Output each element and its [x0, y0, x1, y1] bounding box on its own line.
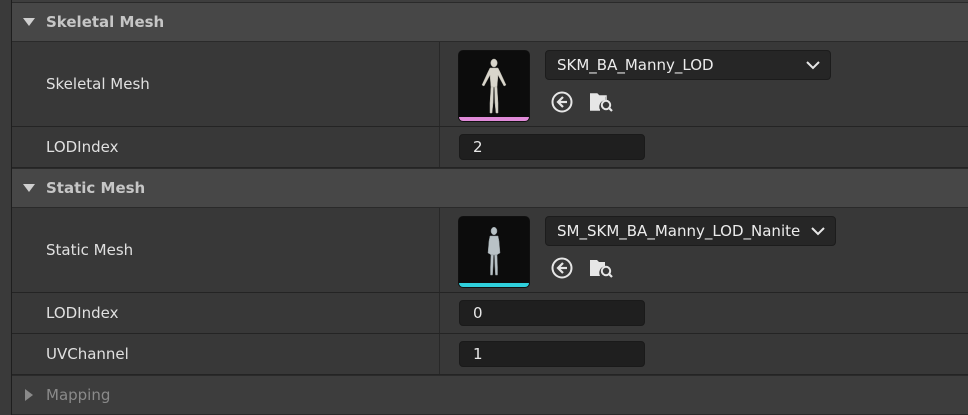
mannequin-figure-icon [481, 58, 507, 114]
column-divider[interactable] [439, 42, 440, 126]
column-divider[interactable] [439, 127, 440, 167]
lod-index-input-static[interactable]: 0 [459, 300, 645, 326]
chevron-down-icon [796, 60, 830, 70]
use-selected-button[interactable] [549, 255, 575, 281]
left-gutter [0, 0, 12, 415]
asset-picker-value: SKM_BA_Manny_LOD [557, 56, 714, 74]
use-selected-button[interactable] [549, 89, 575, 115]
triangle-down-icon[interactable] [12, 184, 46, 192]
property-label-uv-channel: UVChannel [46, 345, 129, 363]
mannequin-figure-icon [487, 226, 501, 276]
column-divider[interactable] [439, 334, 440, 374]
lod-index-input-skeletal[interactable]: 2 [459, 134, 645, 160]
property-row-skeletal-mesh: Skeletal Mesh SKM_BA_Manny_LOD [12, 42, 968, 127]
triangle-right-icon[interactable] [12, 389, 46, 401]
asset-thumbnail-skeletal-mesh[interactable] [459, 51, 529, 121]
uv-channel-input[interactable]: 1 [459, 341, 645, 367]
details-panel-root: Skeletal Mesh Skeletal Mesh SKM_BA_Manny… [0, 0, 968, 415]
asset-picker-combo-static-mesh[interactable]: SM_SKM_BA_Manny_LOD_Nanite [545, 216, 836, 246]
use-selected-arrow-icon [551, 91, 573, 113]
asset-picker-combo-skeletal-mesh[interactable]: SKM_BA_Manny_LOD [545, 50, 831, 80]
asset-type-color-bar [459, 117, 529, 121]
category-static-mesh[interactable]: Static Mesh [12, 168, 968, 208]
category-title: Static Mesh [46, 179, 146, 197]
property-label-static-mesh: Static Mesh [46, 241, 134, 259]
column-divider[interactable] [439, 208, 440, 292]
use-selected-arrow-icon [551, 257, 573, 279]
asset-type-color-bar [459, 283, 529, 287]
category-title: Mapping [46, 386, 111, 404]
property-row-static-mesh: Static Mesh SM_SKM_BA_Manny_LOD_Nanite [12, 208, 968, 293]
browse-to-asset-button[interactable] [588, 255, 614, 281]
asset-picker-value: SM_SKM_BA_Manny_LOD_Nanite [557, 222, 801, 240]
browse-to-asset-button[interactable] [588, 89, 614, 115]
property-label-lod-index: LODIndex [46, 138, 119, 156]
triangle-down-icon[interactable] [12, 18, 46, 26]
column-divider[interactable] [439, 293, 440, 333]
category-mapping[interactable]: Mapping [12, 375, 968, 415]
property-row-static-lod-index: LODIndex 0 [12, 293, 968, 334]
property-label-lod-index: LODIndex [46, 304, 119, 322]
browse-folder-search-icon [590, 260, 613, 278]
property-row-uv-channel: UVChannel 1 [12, 334, 968, 375]
category-skeletal-mesh[interactable]: Skeletal Mesh [12, 2, 968, 42]
asset-thumbnail-static-mesh[interactable] [459, 217, 529, 287]
property-label-skeletal-mesh: Skeletal Mesh [46, 75, 150, 93]
browse-folder-search-icon [590, 93, 613, 112]
property-row-skeletal-lod-index: LODIndex 2 [12, 127, 968, 168]
category-title: Skeletal Mesh [46, 13, 165, 31]
chevron-down-icon [801, 226, 835, 236]
